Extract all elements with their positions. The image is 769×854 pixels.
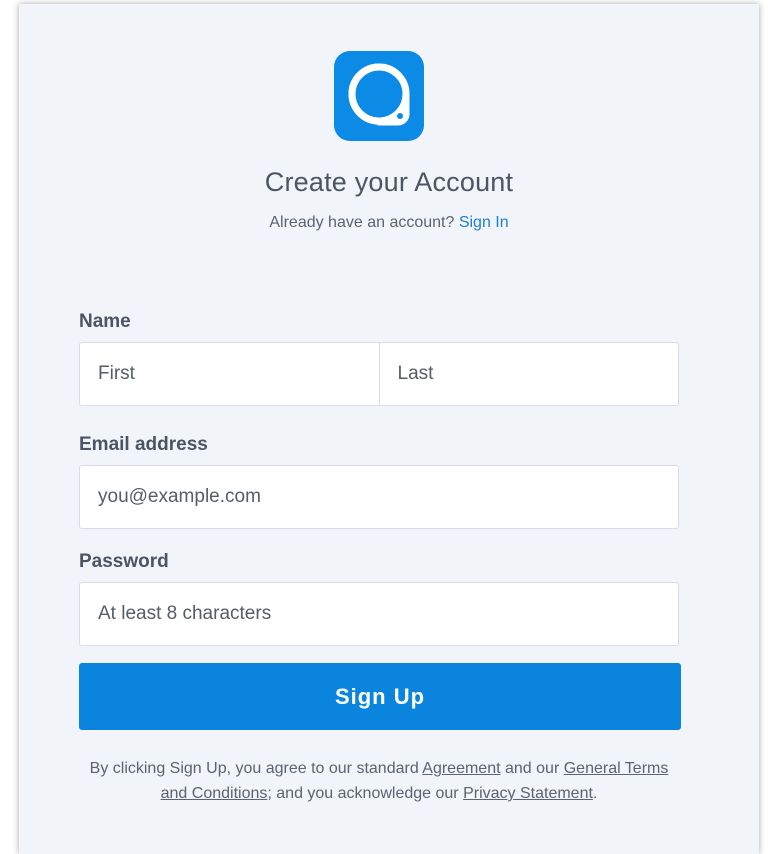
password-input[interactable]: [80, 583, 678, 645]
legal-text-1: By clicking Sign Up, you agree to our st…: [89, 760, 419, 777]
legal-text-2: and our: [505, 760, 560, 777]
privacy-link[interactable]: Privacy Statement: [463, 785, 593, 802]
legal-text-3: ; and you acknowledge our: [267, 785, 459, 802]
email-label: Email address: [79, 434, 208, 455]
sign-in-link[interactable]: Sign In: [459, 214, 509, 231]
agreement-link[interactable]: Agreement: [422, 760, 500, 777]
email-field-box: [79, 465, 679, 529]
email-input[interactable]: [80, 466, 678, 528]
name-fields: [79, 342, 679, 406]
signup-panel: Create your Account Already have an acco…: [19, 4, 759, 854]
sign-up-button[interactable]: Sign Up: [79, 663, 681, 730]
sign-in-prompt: Already have an account? Sign In: [19, 214, 759, 232]
app-logo-icon: [334, 51, 424, 141]
first-name-input[interactable]: [80, 343, 379, 405]
legal-text-4: .: [592, 785, 598, 802]
name-label: Name: [79, 311, 131, 332]
page-title: Create your Account: [264, 167, 514, 197]
password-label: Password: [79, 551, 169, 572]
sign-in-prompt-text: Already have an account?: [269, 214, 455, 231]
last-name-input[interactable]: [379, 343, 678, 405]
legal-notice: By clicking Sign Up, you agree to our st…: [79, 756, 679, 806]
password-field-box: [79, 582, 679, 646]
